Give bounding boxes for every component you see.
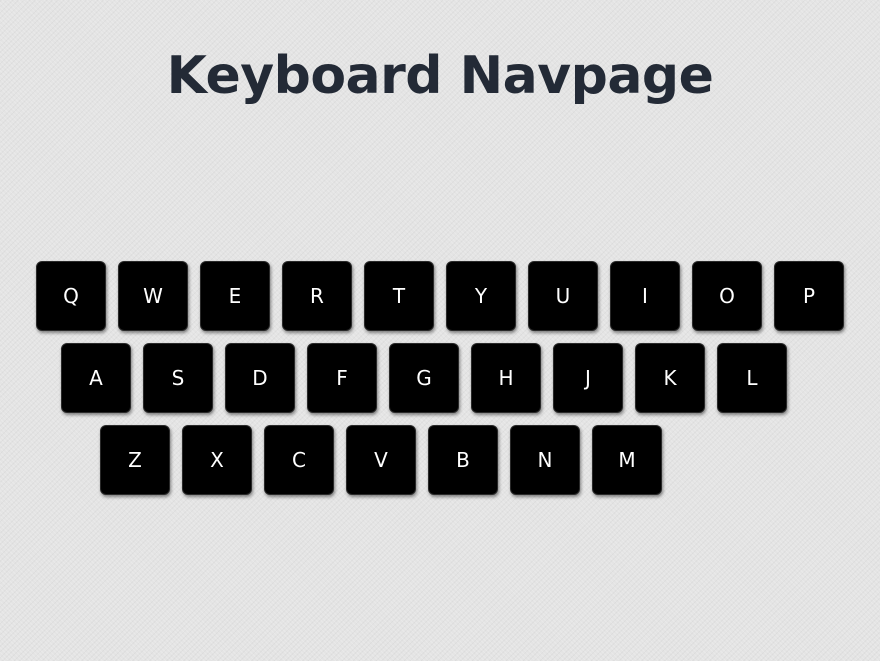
key-s[interactable]: S: [143, 343, 213, 413]
keyboard-row-2: A S D F G H J K L: [61, 343, 787, 413]
key-c[interactable]: C: [264, 425, 334, 495]
key-u[interactable]: U: [528, 261, 598, 331]
key-z[interactable]: Z: [100, 425, 170, 495]
key-p[interactable]: P: [774, 261, 844, 331]
key-v[interactable]: V: [346, 425, 416, 495]
key-g[interactable]: G: [389, 343, 459, 413]
key-i[interactable]: I: [610, 261, 680, 331]
key-m[interactable]: M: [592, 425, 662, 495]
key-k[interactable]: K: [635, 343, 705, 413]
key-x[interactable]: X: [182, 425, 252, 495]
page-title: Keyboard Navpage: [166, 46, 714, 106]
key-w[interactable]: W: [118, 261, 188, 331]
key-l[interactable]: L: [717, 343, 787, 413]
keyboard-row-3: Z X C V B N M: [100, 425, 662, 495]
key-o[interactable]: O: [692, 261, 762, 331]
key-h[interactable]: H: [471, 343, 541, 413]
key-n[interactable]: N: [510, 425, 580, 495]
keyboard-row-1: Q W E R T Y U I O P: [36, 261, 844, 331]
key-a[interactable]: A: [61, 343, 131, 413]
key-d[interactable]: D: [225, 343, 295, 413]
key-q[interactable]: Q: [36, 261, 106, 331]
key-r[interactable]: R: [282, 261, 352, 331]
key-e[interactable]: E: [200, 261, 270, 331]
key-j[interactable]: J: [553, 343, 623, 413]
key-t[interactable]: T: [364, 261, 434, 331]
key-y[interactable]: Y: [446, 261, 516, 331]
key-b[interactable]: B: [428, 425, 498, 495]
key-f[interactable]: F: [307, 343, 377, 413]
